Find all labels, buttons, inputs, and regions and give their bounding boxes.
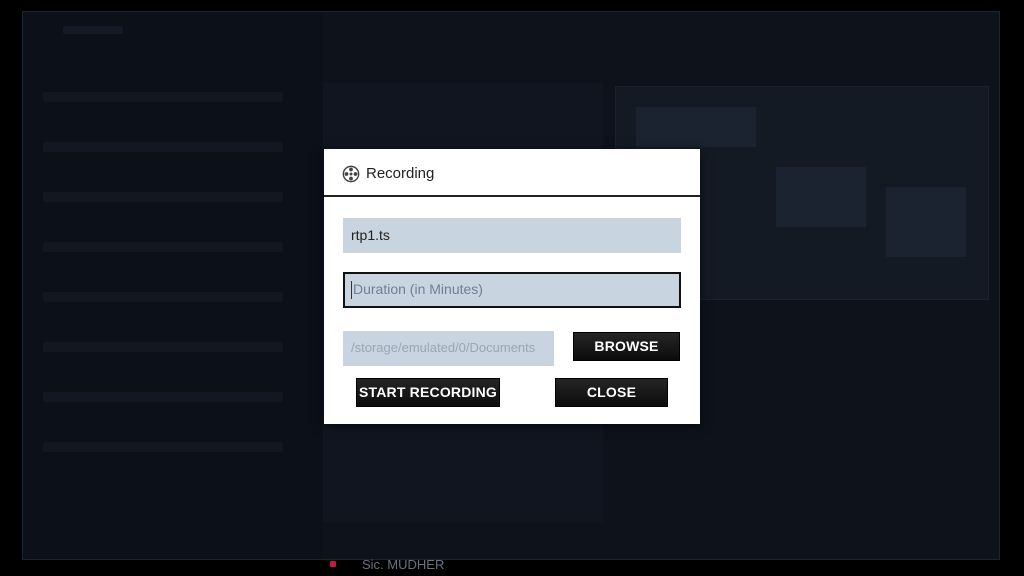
background-list-row [43, 392, 283, 402]
duration-input[interactable]: Duration (in Minutes) [343, 272, 681, 308]
background-list-row [43, 142, 283, 152]
background-list-row [43, 192, 283, 202]
recording-dialog: Recording rtp1.ts Duration (in Minutes) … [324, 149, 700, 424]
background-list-row [43, 92, 283, 102]
text-caret [351, 281, 352, 300]
background-list-row [43, 242, 283, 252]
background-list-row [43, 442, 283, 452]
dialog-title: Recording [366, 165, 435, 182]
close-button[interactable]: CLOSE [555, 378, 668, 407]
preview-shape [636, 107, 756, 147]
preview-shape [886, 187, 966, 257]
background-list-row [43, 292, 283, 302]
start-recording-button[interactable]: START RECORDING [356, 378, 500, 407]
background-list-row [43, 342, 283, 352]
dialog-header: Recording [324, 149, 700, 197]
background-app-logo [63, 26, 123, 34]
background-list-item-label: Sic. MUDHER [362, 557, 445, 572]
duration-placeholder: Duration (in Minutes) [353, 281, 483, 297]
background-sidebar [23, 12, 323, 559]
filename-input[interactable]: rtp1.ts [343, 218, 681, 253]
preview-shape [776, 167, 866, 227]
channel-marker-icon [330, 561, 336, 567]
browse-button[interactable]: BROWSE [573, 332, 680, 361]
storage-path-input[interactable]: /storage/emulated/0/Documents [343, 331, 554, 366]
film-reel-icon [342, 165, 360, 183]
